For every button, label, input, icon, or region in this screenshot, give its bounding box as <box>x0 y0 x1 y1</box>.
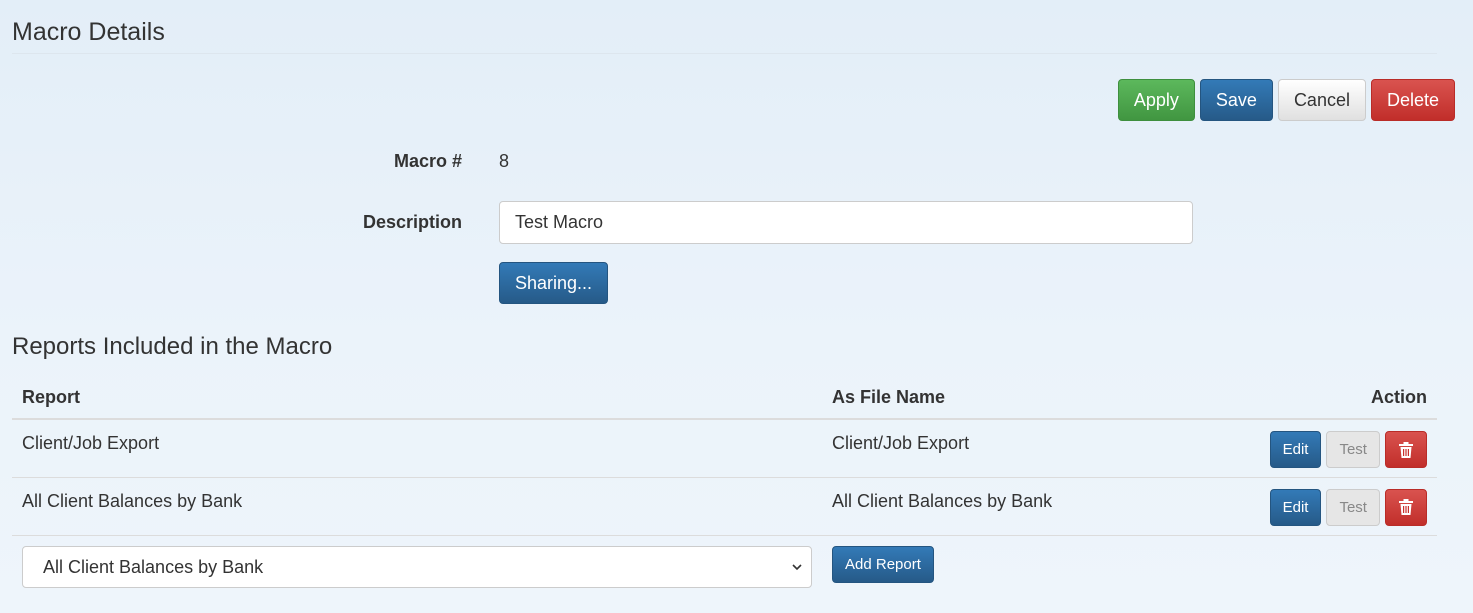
delete-button[interactable]: Delete <box>1370 79 1455 121</box>
add-report-button[interactable]: Add Report <box>832 546 934 583</box>
table-header-row: Report As File Name Action <box>12 376 1437 420</box>
row-actions: Edit Test <box>1175 477 1437 536</box>
title-divider <box>12 53 1437 54</box>
chevron-down-icon <box>792 564 802 571</box>
file-name-cell: Client/Job Export <box>822 419 1176 478</box>
toolbar: Apply Save Cancel Delete <box>1117 79 1455 121</box>
page-title: Macro Details <box>12 18 165 46</box>
macro-number-label: Macro # <box>393 151 462 171</box>
report-name-cell: All Client Balances by Bank <box>12 477 822 536</box>
report-name-cell: Client/Job Export <box>12 419 822 478</box>
report-select[interactable]: All Client Balances by Bank <box>22 546 812 588</box>
save-button[interactable]: Save <box>1199 79 1273 121</box>
trash-icon <box>1399 499 1413 515</box>
reports-table: Report As File Name Action Client/Job Ex… <box>12 376 1437 536</box>
apply-button[interactable]: Apply <box>1117 79 1195 121</box>
table-row: All Client Balances by Bank All Client B… <box>12 477 1437 536</box>
description-input[interactable] <box>499 201 1193 244</box>
file-name-column-header: As File Name <box>822 376 1176 420</box>
description-label: Description <box>362 212 462 232</box>
delete-row-button[interactable] <box>1385 431 1427 468</box>
report-select-value: All Client Balances by Bank <box>43 557 264 577</box>
row-actions: Edit Test <box>1175 419 1437 478</box>
test-button[interactable]: Test <box>1326 488 1380 526</box>
sharing-button[interactable]: Sharing... <box>499 262 609 304</box>
test-button[interactable]: Test <box>1326 431 1380 468</box>
edit-button[interactable]: Edit <box>1269 488 1322 526</box>
reports-section-title: Reports Included in the Macro <box>12 333 333 360</box>
file-name-cell: All Client Balances by Bank <box>822 477 1176 536</box>
edit-button[interactable]: Edit <box>1269 431 1322 468</box>
table-row: Client/Job Export Client/Job Export Edit… <box>12 419 1437 478</box>
delete-row-button[interactable] <box>1385 488 1427 526</box>
add-report-row: All Client Balances by Bank Add Report <box>12 546 1437 588</box>
action-column-header: Action <box>1175 376 1437 420</box>
trash-icon <box>1399 441 1413 458</box>
macro-number-value: 8 <box>499 151 510 171</box>
report-column-header: Report <box>12 376 822 420</box>
cancel-button[interactable]: Cancel <box>1277 79 1366 121</box>
